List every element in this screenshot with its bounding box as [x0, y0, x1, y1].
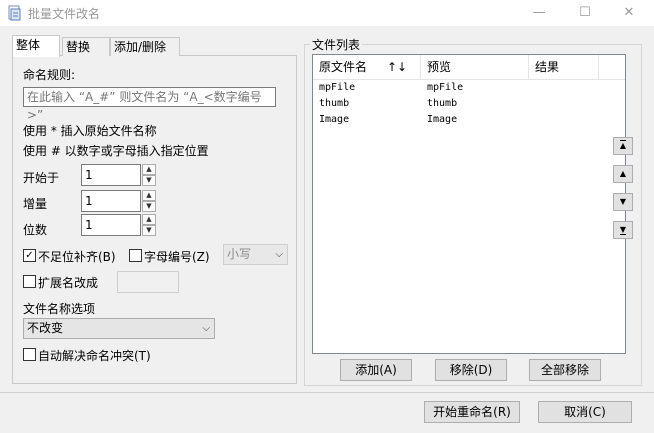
remove-button[interactable]: 移除(D) — [435, 359, 507, 381]
hint-asterisk: 使用 * 插入原始文件名称 — [23, 124, 157, 138]
move-down-button[interactable]: ▼ — [613, 193, 633, 211]
step-input[interactable]: 1 — [81, 190, 141, 212]
name-option-select[interactable]: 不改变 ⌵ — [23, 318, 215, 339]
minimize-button[interactable]: — — [516, 0, 562, 26]
auto-resolve-checkbox[interactable] — [23, 348, 36, 361]
digits-stepper[interactable]: ▲ ▼ — [142, 214, 156, 236]
tab-replace[interactable]: 替换 — [62, 37, 110, 56]
move-bottom-button[interactable]: ▼ — [613, 221, 633, 239]
remove-all-button[interactable]: 全部移除 — [529, 359, 601, 381]
maximize-button[interactable]: ☐ — [562, 0, 608, 26]
name-option-label: 文件名称选项 — [23, 302, 96, 316]
alpha-label: 字母编号(Z) — [144, 250, 210, 264]
digits-label: 位数 — [23, 223, 48, 237]
column-original[interactable]: 原文件名 ↑↓ — [313, 55, 421, 79]
stepper-down-icon[interactable]: ▼ — [142, 175, 156, 186]
sort-arrows-icon: ↑↓ — [387, 60, 408, 74]
name-option-value: 不改变 — [27, 321, 64, 335]
file-list-view[interactable]: 原文件名 ↑↓ 预览 结果 mpFile mpFile thumb thumb … — [312, 54, 626, 354]
ext-input[interactable] — [117, 271, 179, 293]
stepper-up-icon[interactable]: ▲ — [142, 164, 156, 175]
list-header: 原文件名 ↑↓ 预览 结果 — [313, 55, 625, 80]
start-label: 开始于 — [23, 171, 60, 185]
list-item-original[interactable]: thumb — [319, 96, 349, 112]
tab-add-delete[interactable]: 添加/删除 — [110, 37, 180, 56]
list-item-preview: thumb — [427, 98, 458, 109]
naming-rule-label: 命名规则: — [23, 68, 76, 82]
stepper-up-icon[interactable]: ▲ — [142, 190, 156, 201]
chevron-down-icon: ⌵ — [202, 323, 210, 334]
auto-resolve-label: 自动解决命名冲突(T) — [38, 349, 151, 363]
alpha-checkbox[interactable] — [129, 249, 142, 262]
pad-label: 不足位补齐(B) — [38, 250, 116, 264]
list-item-original[interactable]: mpFile — [319, 80, 355, 96]
list-item-preview: mpFile — [427, 82, 464, 93]
case-value: 小写 — [227, 247, 252, 261]
pad-checkbox[interactable]: ✓ — [23, 249, 36, 262]
move-bottom-icon: ▼ — [619, 225, 627, 235]
chevron-down-icon: ⌵ — [275, 249, 283, 260]
close-button[interactable]: ✕ — [606, 0, 652, 26]
move-up-icon: ▲ — [619, 169, 627, 178]
list-item-preview: Image — [427, 114, 458, 125]
stepper-up-icon[interactable]: ▲ — [142, 214, 156, 225]
start-input[interactable]: 1 — [81, 164, 141, 186]
add-button[interactable]: 添加(A) — [340, 359, 412, 381]
hint-hash: 使用 # 以数字或字母插入指定位置 — [23, 144, 209, 158]
footer-divider — [0, 392, 654, 393]
app-icon — [8, 5, 21, 21]
naming-rule-input[interactable]: 在此输入 “A_#” 则文件名为 “A_<数字编号>” — [23, 87, 276, 122]
move-top-icon: ▲ — [619, 140, 627, 150]
start-rename-button[interactable]: 开始重命名(R) — [424, 401, 520, 423]
ext-checkbox[interactable] — [23, 275, 36, 288]
list-item-original[interactable]: Image — [319, 112, 349, 128]
column-preview[interactable]: 预览 — [421, 55, 529, 79]
stepper-down-icon[interactable]: ▼ — [142, 225, 156, 236]
tab-overall[interactable]: 整体 — [12, 35, 60, 57]
stepper-down-icon[interactable]: ▼ — [142, 201, 156, 212]
move-top-button[interactable]: ▲ — [613, 137, 633, 155]
digits-input[interactable]: 1 — [81, 214, 141, 236]
cancel-button[interactable]: 取消(C) — [538, 401, 632, 423]
case-select[interactable]: 小写 ⌵ — [223, 244, 288, 265]
move-up-button[interactable]: ▲ — [613, 165, 633, 183]
file-list-title: 文件列表 — [310, 36, 363, 53]
window-title: 批量文件改名 — [28, 7, 101, 21]
step-label: 增量 — [23, 197, 48, 211]
title-bar: 批量文件改名 — ☐ ✕ — [0, 0, 654, 26]
column-result[interactable]: 结果 — [529, 55, 599, 79]
move-down-icon: ▼ — [619, 197, 627, 206]
start-stepper[interactable]: ▲ ▼ — [142, 164, 156, 186]
step-stepper[interactable]: ▲ ▼ — [142, 190, 156, 212]
ext-label: 扩展名改成 — [38, 276, 99, 290]
